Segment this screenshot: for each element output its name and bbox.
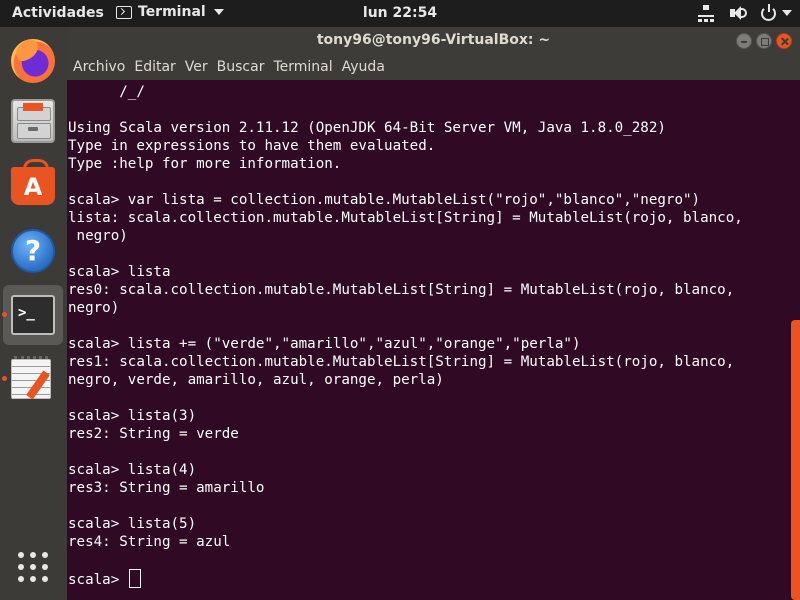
running-indicator: [2, 312, 7, 317]
terminal-line: scala> lista += ("verde","amarillo","azu…: [68, 336, 581, 352]
dock-item-files[interactable]: [3, 91, 63, 151]
network-icon[interactable]: [697, 4, 715, 22]
terminal-line: scala> var lista = collection.mutable.Mu…: [68, 192, 701, 208]
top-bar: Actividades Terminal lun 22:54: [0, 0, 800, 27]
text-cursor: [128, 569, 141, 588]
prompt-line[interactable]: scala>: [68, 569, 787, 588]
text-editor-icon: [11, 356, 51, 400]
window-controls: [736, 33, 792, 49]
menu-bar: Archivo Editar Ver Buscar Terminal Ayuda: [67, 54, 800, 80]
terminal-line: res1: scala.collection.mutable.MutableLi…: [68, 354, 735, 370]
volume-icon[interactable]: [729, 4, 747, 22]
menu-ver[interactable]: Ver: [185, 54, 213, 80]
terminal-output[interactable]: /_/ Using Scala version 2.11.12 (OpenJDK …: [67, 80, 787, 600]
maximize-icon[interactable]: [756, 33, 772, 49]
terminal-line: negro): [68, 300, 120, 316]
minimize-icon[interactable]: [736, 33, 752, 49]
software-icon: A: [11, 159, 55, 205]
terminal-icon: >_: [11, 295, 55, 335]
running-indicator: [2, 376, 7, 381]
system-tray[interactable]: [697, 3, 792, 22]
prompt-text: scala>: [68, 572, 128, 588]
dock-item-software[interactable]: A: [3, 155, 63, 215]
terminal-line: Type in expressions to have them evaluat…: [68, 138, 436, 154]
terminal-line: res3: String = amarillo: [68, 480, 265, 496]
clock[interactable]: lun 22:54: [0, 5, 800, 21]
menu-buscar[interactable]: Buscar: [217, 54, 270, 80]
window-titlebar[interactable]: tony96@tony96-VirtualBox: ~: [67, 27, 800, 54]
close-icon[interactable]: [776, 33, 792, 49]
terminal-line: negro): [68, 228, 128, 244]
dock-item-terminal[interactable]: >_: [2, 285, 63, 345]
power-icon: [761, 3, 776, 21]
dock: A ? >_: [0, 27, 67, 600]
chevron-down-icon: [782, 10, 792, 16]
files-icon: [11, 99, 55, 143]
terminal-line: scala> lista(4): [68, 462, 197, 478]
dock-item-help[interactable]: ?: [3, 221, 63, 281]
power-menu[interactable]: [761, 3, 792, 21]
terminal-line: /_/: [68, 84, 145, 100]
terminal-line: res2: String = verde: [68, 426, 239, 442]
scrollbar[interactable]: [787, 80, 800, 600]
show-applications-icon[interactable]: [18, 552, 48, 582]
terminal-line: res0: scala.collection.mutable.MutableLi…: [68, 282, 735, 298]
menu-editar[interactable]: Editar: [134, 54, 180, 80]
menu-ayuda[interactable]: Ayuda: [342, 54, 390, 80]
terminal-line: scala> lista: [68, 264, 171, 280]
menu-archivo[interactable]: Archivo: [73, 54, 130, 80]
help-icon: ?: [11, 229, 55, 273]
menu-terminal[interactable]: Terminal: [273, 54, 337, 80]
dock-item-text-editor[interactable]: [2, 349, 63, 409]
dock-item-firefox[interactable]: [3, 31, 63, 91]
terminal-line: scala> lista(5): [68, 516, 197, 532]
terminal-line: res4: String = azul: [68, 534, 231, 550]
terminal-line: lista: scala.collection.mutable.MutableL…: [68, 210, 743, 226]
terminal-window: tony96@tony96-VirtualBox: ~ Archivo Edit…: [67, 27, 800, 600]
terminal-line: scala> lista(3): [68, 408, 197, 424]
scrollbar-thumb[interactable]: [791, 320, 800, 600]
terminal-line: Using Scala version 2.11.12 (OpenJDK 64-…: [68, 120, 666, 136]
window-title: tony96@tony96-VirtualBox: ~: [316, 32, 551, 48]
firefox-icon: [11, 39, 55, 83]
terminal-line: Type :help for more information.: [68, 156, 342, 172]
terminal-line: negro, verde, amarillo, azul, orange, pe…: [68, 372, 444, 388]
